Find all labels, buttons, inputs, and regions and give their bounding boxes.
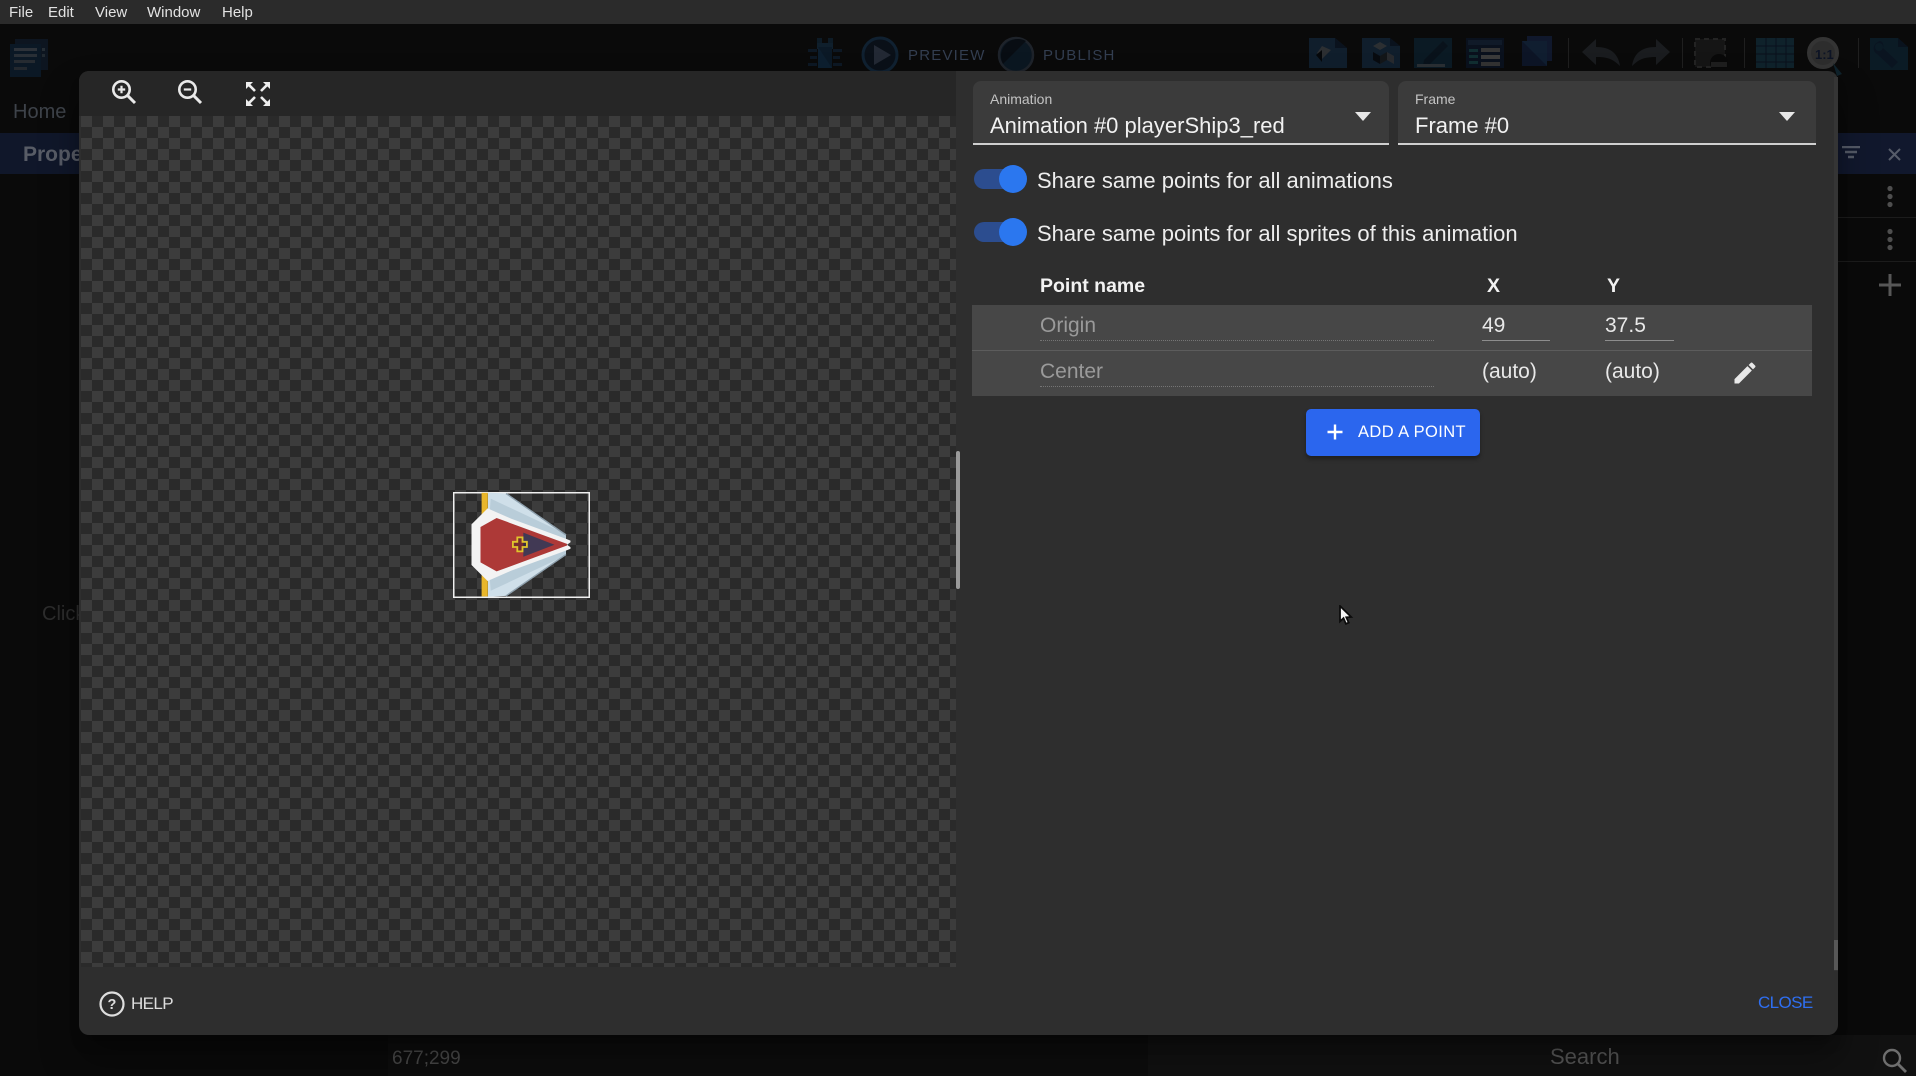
svg-text:1:1: 1:1: [1815, 47, 1834, 62]
svg-text:?: ?: [108, 997, 117, 1013]
